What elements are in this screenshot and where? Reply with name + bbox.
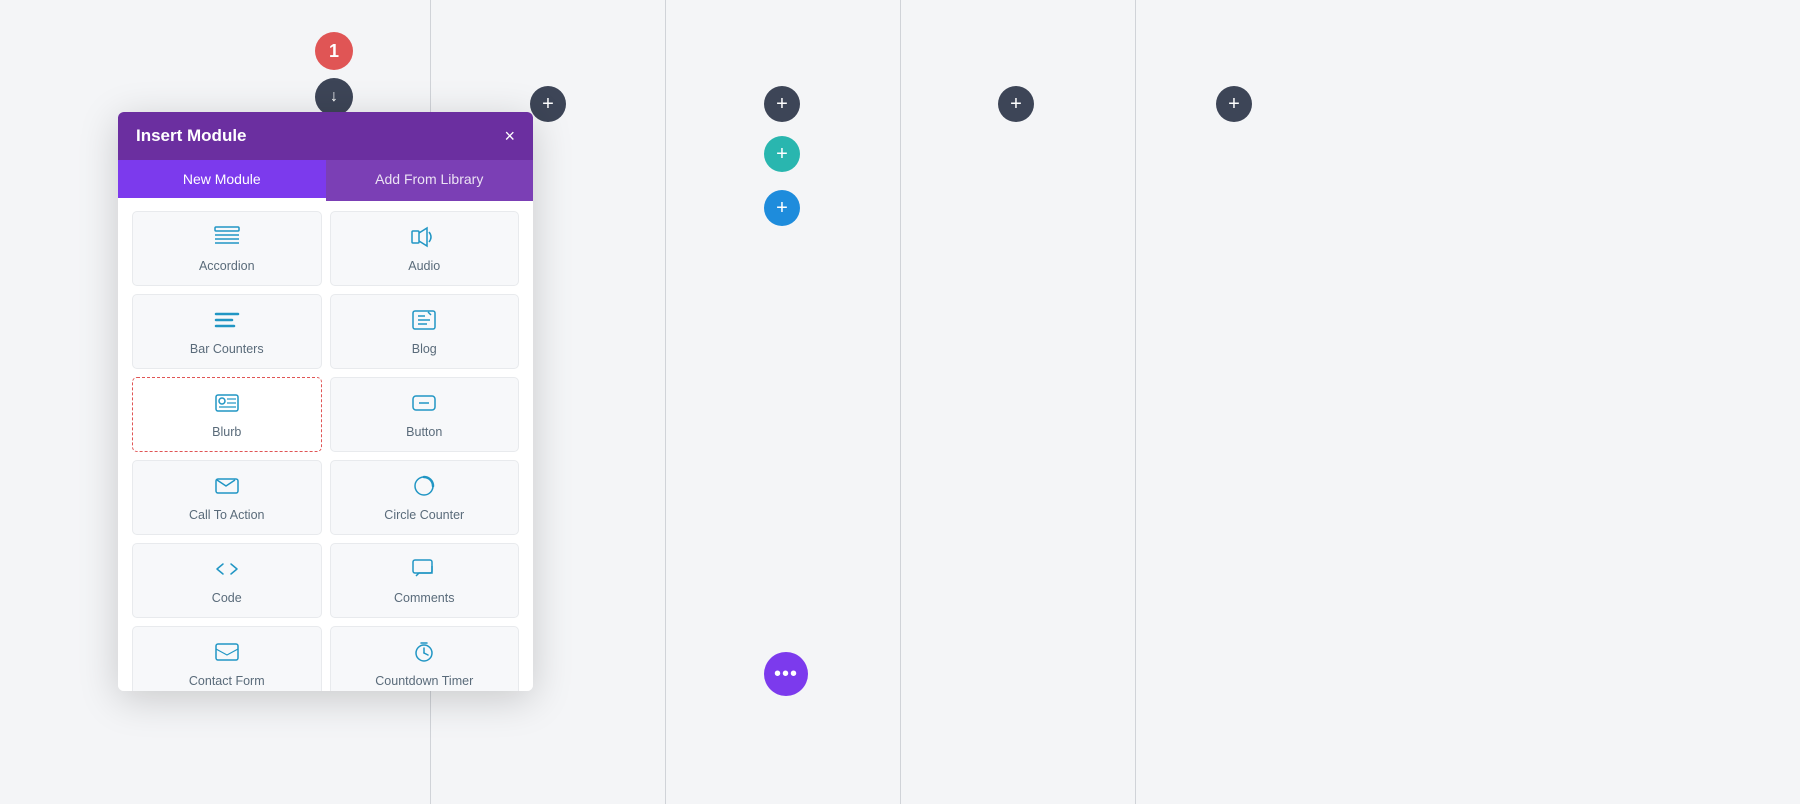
blurb-icon	[214, 392, 240, 418]
col-divider-3	[900, 0, 901, 804]
module-label-blog: Blog	[412, 342, 437, 356]
module-item-bar-counters[interactable]: Bar Counters	[132, 294, 322, 369]
call-to-action-icon	[214, 475, 240, 501]
module-label-countdown: Countdown Timer	[375, 674, 473, 688]
dots-menu-button[interactable]: •••	[764, 652, 808, 696]
module-item-audio[interactable]: Audio	[330, 211, 520, 286]
module-item-button[interactable]: Button	[330, 377, 520, 452]
add-row-button-teal[interactable]: +	[764, 136, 800, 172]
circle-counter-icon	[411, 475, 437, 501]
module-item-comments[interactable]: Comments	[330, 543, 520, 618]
module-item-code[interactable]: Code	[132, 543, 322, 618]
tab-add-from-library[interactable]: Add From Library	[326, 160, 534, 201]
module-item-accordion[interactable]: Accordion	[132, 211, 322, 286]
modal-title: Insert Module	[136, 126, 247, 146]
code-icon	[214, 558, 240, 584]
bar-counters-icon	[214, 309, 240, 335]
module-item-blurb[interactable]: Blurb	[132, 377, 322, 452]
module-label-comments: Comments	[394, 591, 454, 605]
module-label-call-to-action: Call To Action	[189, 508, 265, 522]
button-icon	[411, 392, 437, 418]
add-col-button-4[interactable]: +	[1216, 86, 1252, 122]
module-item-contact-form[interactable]: Contact Form	[132, 626, 322, 691]
step-badge: 1	[315, 32, 353, 70]
add-col-button-3[interactable]: +	[998, 86, 1034, 122]
audio-icon	[411, 226, 437, 252]
module-label-audio: Audio	[408, 259, 440, 273]
module-grid: Accordion Audio	[132, 211, 519, 691]
modal-body: Accordion Audio	[118, 201, 533, 691]
modal-close-button[interactable]: ×	[504, 127, 515, 145]
module-label-blurb: Blurb	[212, 425, 241, 439]
insert-module-modal: Insert Module × New Module Add From Libr…	[118, 112, 533, 691]
add-col-button-1[interactable]: +	[530, 86, 566, 122]
add-col-button-2[interactable]: +	[764, 86, 800, 122]
comments-icon	[411, 558, 437, 584]
module-label-accordion: Accordion	[199, 259, 255, 273]
module-item-blog[interactable]: Blog	[330, 294, 520, 369]
blog-icon	[411, 309, 437, 335]
modal-header: Insert Module ×	[118, 112, 533, 160]
countdown-icon	[411, 641, 437, 667]
module-item-countdown[interactable]: Countdown Timer	[330, 626, 520, 691]
col-divider-2	[665, 0, 666, 804]
modal-tabs: New Module Add From Library	[118, 160, 533, 201]
contact-form-icon	[214, 641, 240, 667]
col-divider-4	[1135, 0, 1136, 804]
module-label-bar-counters: Bar Counters	[190, 342, 264, 356]
module-label-contact-form: Contact Form	[189, 674, 265, 688]
step-arrow: ↓	[315, 78, 353, 116]
module-item-call-to-action[interactable]: Call To Action	[132, 460, 322, 535]
module-item-circle-counter[interactable]: Circle Counter	[330, 460, 520, 535]
accordion-icon	[214, 226, 240, 252]
module-label-code: Code	[212, 591, 242, 605]
add-row-button-blue[interactable]: +	[764, 190, 800, 226]
module-label-button: Button	[406, 425, 442, 439]
tab-new-module[interactable]: New Module	[118, 160, 326, 201]
module-label-circle-counter: Circle Counter	[384, 508, 464, 522]
